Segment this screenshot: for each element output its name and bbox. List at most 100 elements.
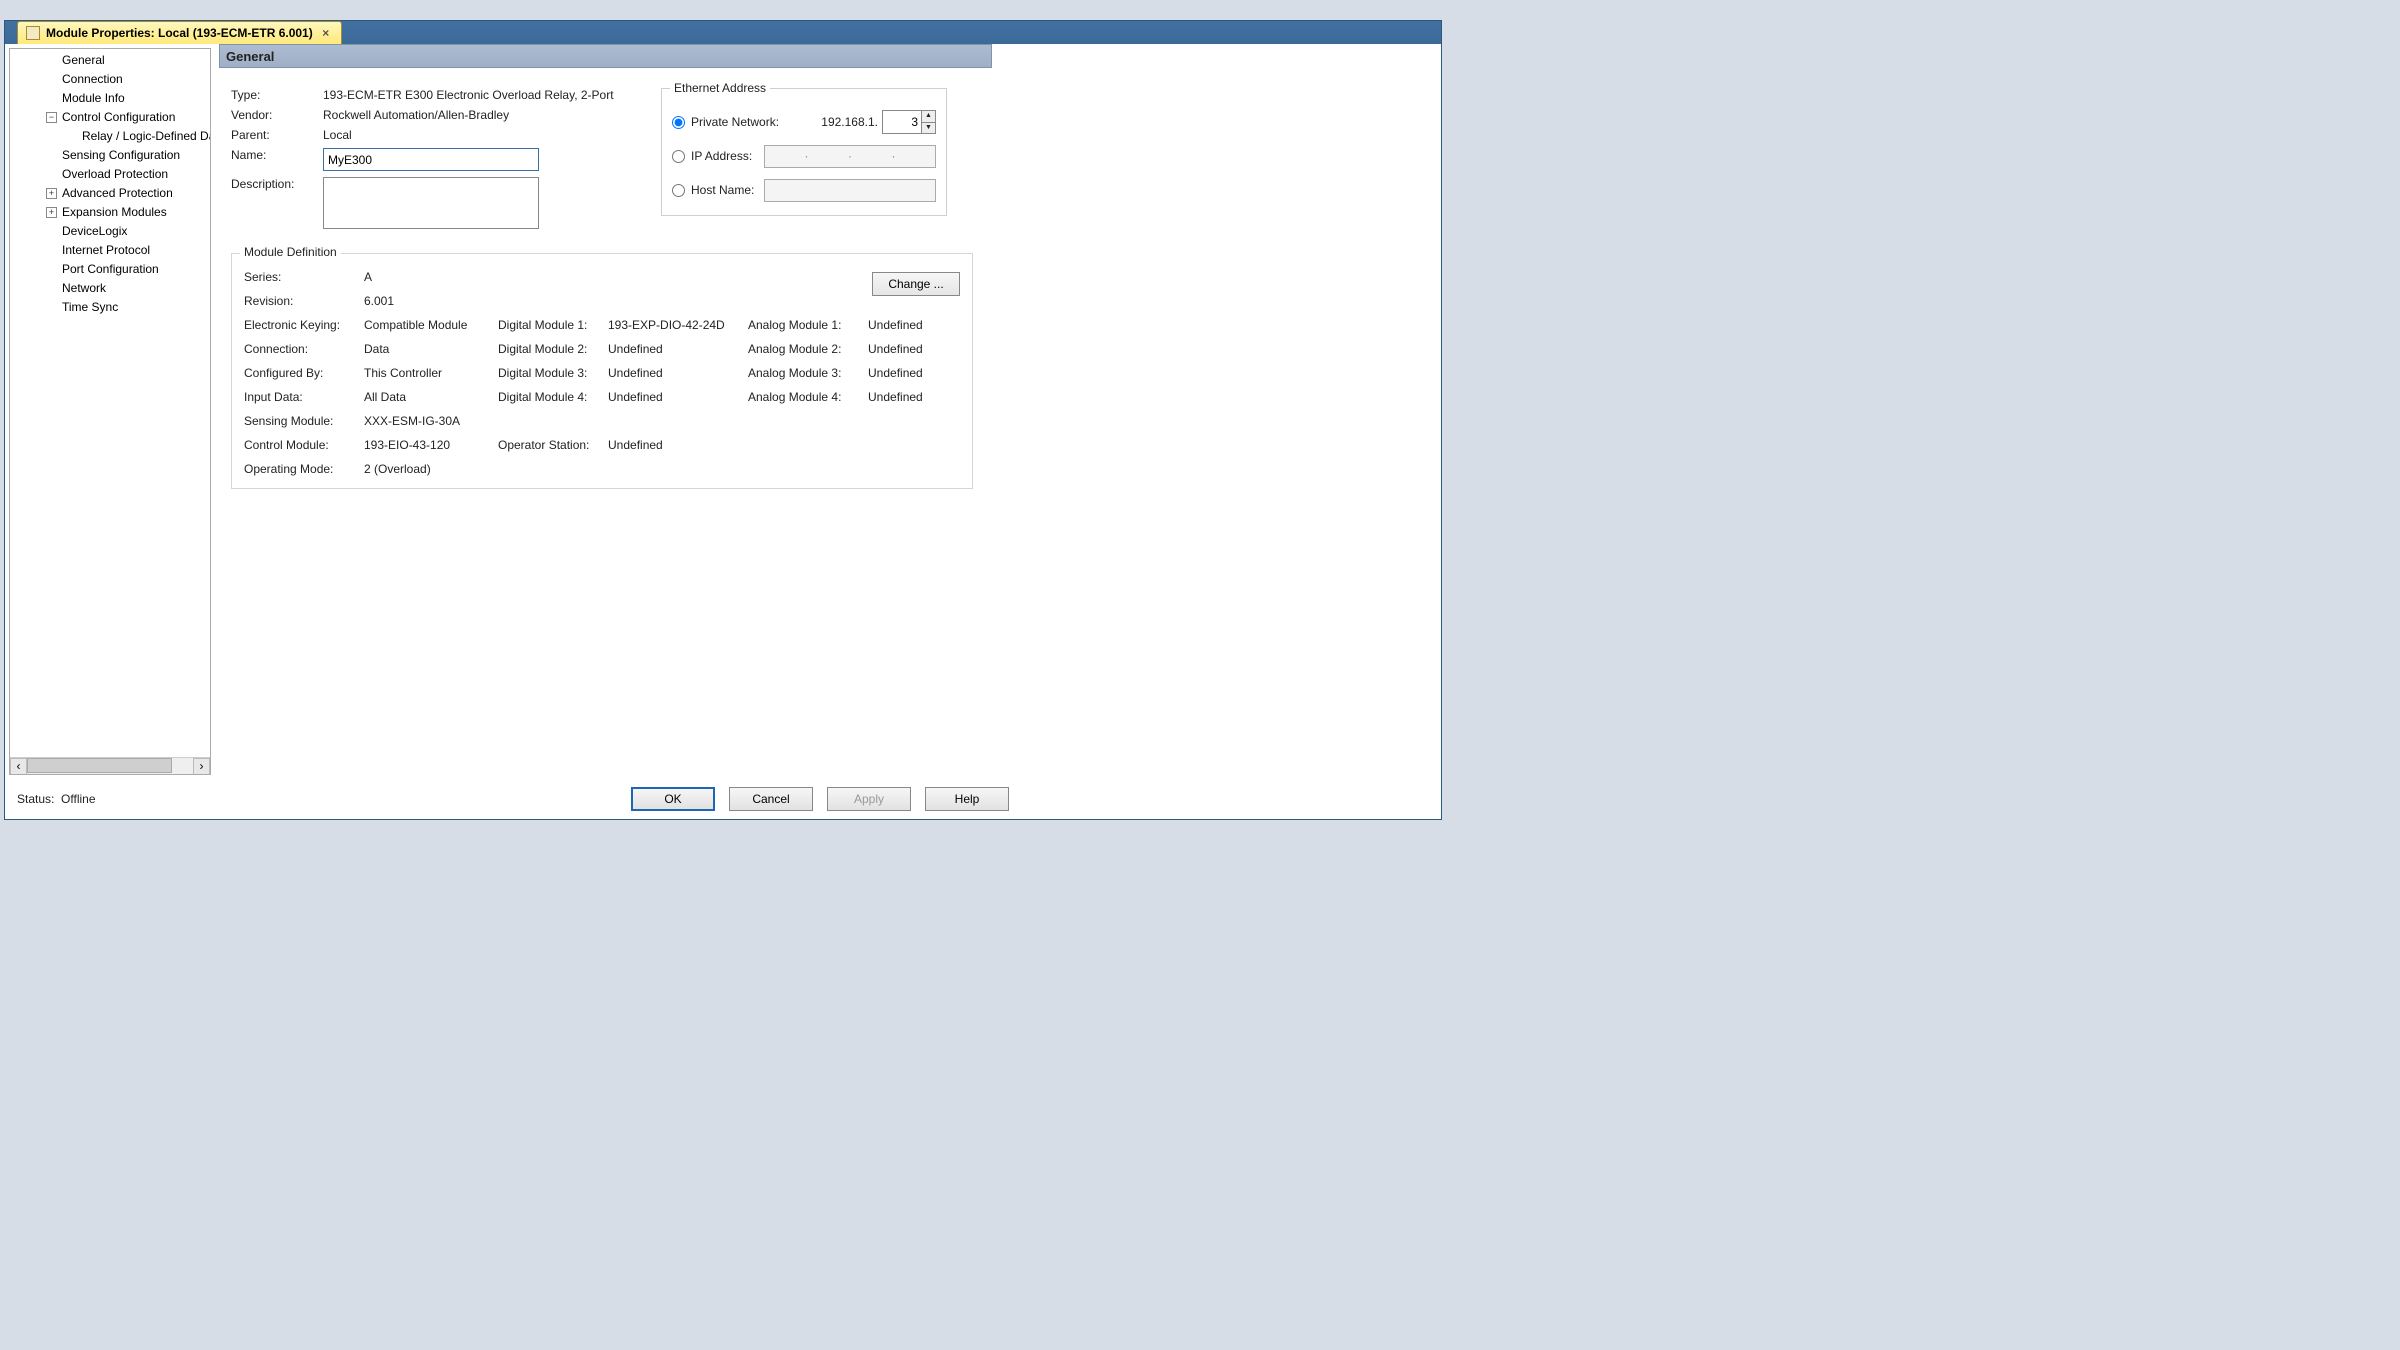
inp-label: Input Data: [244,390,364,404]
change-button[interactable]: Change ... [872,272,960,296]
general-form: Type: 193-ECM-ETR E300 Electronic Overlo… [219,68,992,497]
cancel-button[interactable]: Cancel [729,787,813,811]
tree-item-label: Expansion Modules [62,205,167,219]
am2-value: Undefined [868,342,948,356]
status-value: Offline [61,792,95,806]
tree-item-label: Relay / Logic-Defined Data [82,129,211,143]
series-label: Series: [244,270,364,284]
ekeying-value: Compatible Module [364,318,498,332]
ip-address-radio[interactable] [672,150,685,163]
tree-item-devicelogix[interactable]: DeviceLogix [10,222,210,241]
tree-expander-icon[interactable]: − [46,112,57,123]
conn-label: Connection: [244,342,364,356]
module-definition-legend: Module Definition [240,245,341,259]
host-name-radio[interactable] [672,184,685,197]
tree-item-module-info[interactable]: Module Info [10,89,210,108]
os-value: Undefined [608,438,748,452]
tree-item-label: DeviceLogix [62,224,127,238]
tree-item-relay-logic-defined-data[interactable]: Relay / Logic-Defined Data [10,127,210,146]
private-prefix: 192.168.1. [821,115,878,129]
dm2-label: Digital Module 2: [498,342,608,356]
tree-h-scrollbar[interactable]: ‹ › [10,757,210,774]
tree-item-overload-protection[interactable]: Overload Protection [10,165,210,184]
ethernet-address-group: Ethernet Address Private Network: 192.16… [661,88,947,216]
module-icon [26,26,40,40]
scroll-left-icon[interactable]: ‹ [10,758,27,775]
ip-address-input[interactable]: ··· [764,145,936,168]
dm3-value: Undefined [608,366,748,380]
ctrl-value: 193-EIO-43-120 [364,438,498,452]
type-label: Type: [231,88,323,102]
tree-item-label: Advanced Protection [62,186,173,200]
host-name-input[interactable] [764,179,936,202]
module-definition-group: Module Definition Change ... Series: A R… [231,253,973,489]
tree-item-expansion-modules[interactable]: + Expansion Modules [10,203,210,222]
scroll-track[interactable] [27,758,193,775]
tree-item-label: Internet Protocol [62,243,150,257]
opmode-value: 2 (Overload) [364,462,498,476]
sens-label: Sensing Module: [244,414,364,428]
cfg-label: Configured By: [244,366,364,380]
stepper-down-icon[interactable]: ▼ [922,123,935,134]
tree-item-label: Overload Protection [62,167,168,181]
name-input[interactable] [323,148,539,171]
dialog-footer: Status: Offline OK Cancel Apply Help [5,779,1441,819]
ekeying-label: Electronic Keying: [244,318,364,332]
am4-label: Analog Module 4: [748,390,868,404]
host-name-label: Host Name: [691,183,754,197]
tree-item-label: Port Configuration [62,262,159,276]
tree-item-label: Network [62,281,106,295]
tree-item-label: Module Info [62,91,125,105]
os-label: Operator Station: [498,438,608,452]
category-tree[interactable]: General Connection Module Info −Control Con… [10,49,210,319]
tree-item-label: General [62,53,105,67]
inp-value: All Data [364,390,498,404]
private-network-radio[interactable] [672,116,685,129]
vendor-label: Vendor: [231,108,323,122]
dm1-value: 193-EXP-DIO-42-24D [608,318,748,332]
ethernet-legend: Ethernet Address [670,81,770,95]
tree-item-label: Time Sync [62,300,118,314]
document-tabstrip: Module Properties: Local (193-ECM-ETR 6.… [5,21,1441,44]
tree-item-sensing-configuration[interactable]: Sensing Configuration [10,146,210,165]
tree-item-label: Sensing Configuration [62,148,180,162]
stepper-up-icon[interactable]: ▲ [922,111,935,123]
description-label: Description: [231,177,323,191]
sens-value: XXX-ESM-IG-30A [364,414,498,428]
revision-label: Revision: [244,294,364,308]
type-value: 193-ECM-ETR E300 Electronic Overload Rel… [323,88,614,102]
tree-item-advanced-protection[interactable]: + Advanced Protection [10,184,210,203]
private-network-label: Private Network: [691,115,779,129]
am1-value: Undefined [868,318,948,332]
description-input[interactable] [323,177,539,229]
tree-item-control-configuration[interactable]: −Control Configuration [10,108,210,127]
ok-button[interactable]: OK [631,787,715,811]
tab-module-properties[interactable]: Module Properties: Local (193-ECM-ETR 6.… [17,21,342,44]
scroll-thumb[interactable] [27,758,172,773]
apply-button[interactable]: Apply [827,787,911,811]
dm4-value: Undefined [608,390,748,404]
module-properties-window: Module Properties: Local (193-ECM-ETR 6.… [4,20,1442,820]
tree-item-connection[interactable]: Connection [10,70,210,89]
tab-title: Module Properties: Local (193-ECM-ETR 6.… [46,26,313,40]
am1-label: Analog Module 1: [748,318,868,332]
tree-item-network[interactable]: Network [10,279,210,298]
tree-item-port-configuration[interactable]: Port Configuration [10,260,210,279]
close-icon[interactable]: × [319,26,333,40]
tree-expander-icon[interactable]: + [46,207,57,218]
parent-value: Local [323,128,352,142]
main-panel: General Type: 193-ECM-ETR E300 Electroni… [215,44,1441,779]
private-octet-input[interactable] [883,111,921,133]
page-title: General [219,44,992,68]
opmode-label: Operating Mode: [244,462,364,476]
private-octet-stepper[interactable]: ▲ ▼ [882,110,936,134]
tree-item-time-sync[interactable]: Time Sync [10,298,210,317]
tree-item-general[interactable]: General [10,51,210,70]
ctrl-label: Control Module: [244,438,364,452]
help-button[interactable]: Help [925,787,1009,811]
scroll-right-icon[interactable]: › [193,758,210,775]
tree-item-internet-protocol[interactable]: Internet Protocol [10,241,210,260]
ip-address-label: IP Address: [691,149,752,163]
am3-value: Undefined [868,366,948,380]
tree-expander-icon[interactable]: + [46,188,57,199]
